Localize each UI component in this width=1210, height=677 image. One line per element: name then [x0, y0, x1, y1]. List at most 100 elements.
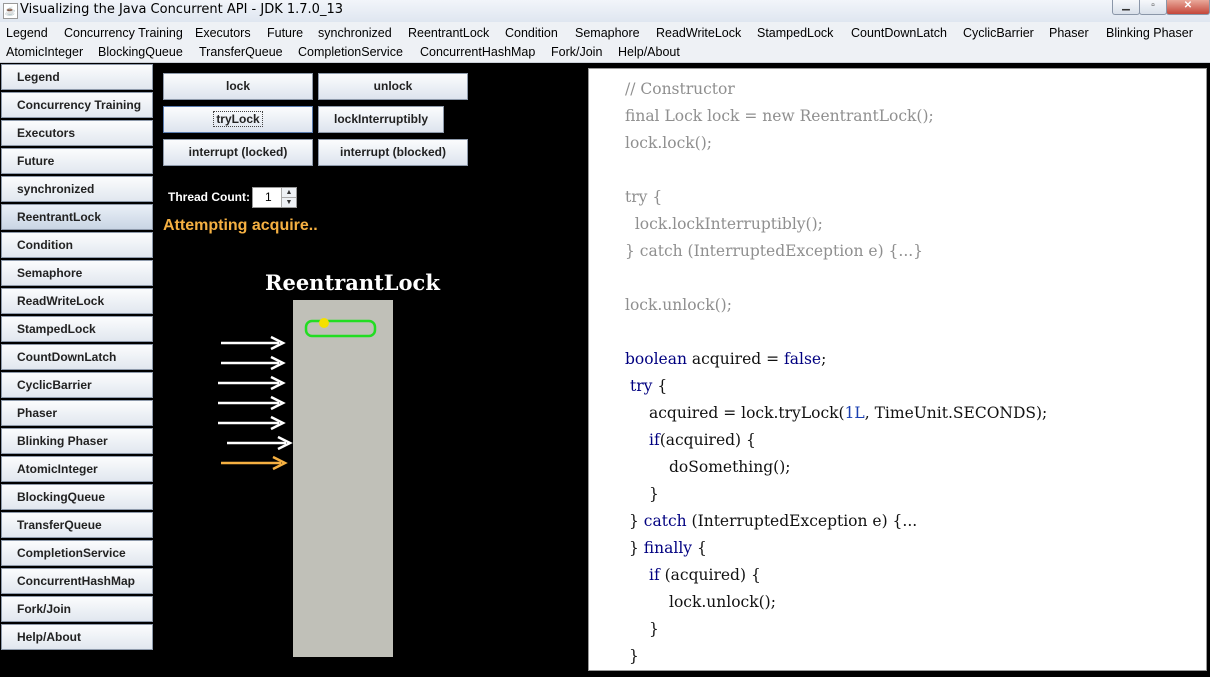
sidebar-item-semaphore[interactable]: Semaphore [1, 260, 153, 286]
menu-completionservice[interactable]: CompletionService [298, 45, 403, 59]
menu-cyclicbarrier[interactable]: CyclicBarrier [963, 26, 1034, 40]
sidebar-item-readwritelock[interactable]: ReadWriteLock [1, 288, 153, 314]
menu-executors[interactable]: Executors [195, 26, 251, 40]
waiting-thread-arrow [227, 435, 293, 451]
waiting-thread-arrow [221, 335, 286, 351]
code-line: try { [630, 377, 667, 395]
code-line: lock.unlock(); [669, 593, 776, 611]
sidebar-item-legend[interactable]: Legend [1, 64, 153, 90]
sidebar-item-cyclicbarrier[interactable]: CyclicBarrier [1, 372, 153, 398]
lock-interruptibly-button[interactable]: lockInterruptibly [318, 106, 444, 133]
sidebar-item-fork-join[interactable]: Fork/Join [1, 596, 153, 622]
sidebar-item-completionservice[interactable]: CompletionService [1, 540, 153, 566]
menu-atomicinteger[interactable]: AtomicInteger [6, 45, 83, 59]
unlock-button[interactable]: unlock [318, 73, 468, 100]
sidebar-item-concurrenthashmap[interactable]: ConcurrentHashMap [1, 568, 153, 594]
menu-semaphore[interactable]: Semaphore [575, 26, 640, 40]
menu-readwritelock[interactable]: ReadWriteLock [656, 26, 741, 40]
menu-condition[interactable]: Condition [505, 26, 558, 40]
code-token: if [649, 431, 660, 449]
sidebar-item-blinking-phaser[interactable]: Blinking Phaser [1, 428, 153, 454]
code-line: lock.unlock(); [625, 296, 732, 314]
code-token: { [652, 377, 668, 395]
menu-concurrenthashmap[interactable]: ConcurrentHashMap [420, 45, 535, 59]
code-token: 1L [844, 404, 865, 422]
menu-blockingqueue[interactable]: BlockingQueue [98, 45, 183, 59]
menu-bar: Legend Concurrency Training Executors Fu… [0, 22, 1210, 63]
code-token: if [649, 566, 660, 584]
waiting-thread-arrow [218, 415, 286, 431]
code-line: } [629, 647, 639, 665]
spinner-down-icon[interactable]: ▼ [282, 197, 296, 207]
menu-stampedlock[interactable]: StampedLock [757, 26, 833, 40]
menu-help-about[interactable]: Help/About [618, 45, 680, 59]
trylock-button-label: tryLock [213, 111, 263, 127]
lock-monitor-box [293, 300, 393, 657]
code-token: (acquired) { [659, 566, 761, 584]
menu-transferqueue[interactable]: TransferQueue [199, 45, 283, 59]
sidebar-item-countdownlatch[interactable]: CountDownLatch [1, 344, 153, 370]
menu-fork-join[interactable]: Fork/Join [551, 45, 602, 59]
thread-count-label: Thread Count: [168, 190, 250, 204]
sidebar-item-future[interactable]: Future [1, 148, 153, 174]
sidebar-item-condition[interactable]: Condition [1, 232, 153, 258]
menu-blinking-phaser[interactable]: Blinking Phaser [1106, 26, 1193, 40]
maximize-icon[interactable]: ▫ [1139, 0, 1167, 15]
menu-concurrency-training[interactable]: Concurrency Training [64, 26, 183, 40]
code-line: if (acquired) { [649, 566, 761, 584]
menu-phaser[interactable]: Phaser [1049, 26, 1089, 40]
sidebar-item-executors[interactable]: Executors [1, 120, 153, 146]
thread-arrows [218, 335, 293, 471]
waiting-thread-arrow [218, 375, 286, 391]
lock-holder-dot [319, 318, 329, 328]
sidebar-item-phaser[interactable]: Phaser [1, 400, 153, 426]
sidebar-item-synchronized[interactable]: synchronized [1, 176, 153, 202]
interrupt-locked-button[interactable]: interrupt (locked) [163, 139, 313, 166]
sidebar-item-concurrency-training[interactable]: Concurrency Training [1, 92, 153, 118]
code-line: if(acquired) { [649, 431, 756, 449]
code-line: } finally { [629, 539, 707, 557]
lock-interruptibly-button-label: lockInterruptibly [333, 112, 428, 126]
sidebar-item-reentrantlock[interactable]: ReentrantLock [1, 204, 153, 230]
thread-count-value[interactable]: 1 [265, 190, 272, 204]
trylock-button[interactable]: tryLock [163, 106, 313, 133]
menu-reentrantlock[interactable]: ReentrantLock [408, 26, 489, 40]
code-token: catch [643, 512, 687, 530]
sidebar-item-stampedlock[interactable]: StampedLock [1, 316, 153, 342]
minimize-icon[interactable]: ▁ [1112, 0, 1140, 15]
close-icon[interactable]: ✕ [1166, 0, 1210, 15]
menu-synchronized[interactable]: synchronized [318, 26, 392, 40]
interrupt-locked-button-label: interrupt (locked) [188, 145, 288, 159]
code-token: , TimeUnit.SECONDS); [864, 404, 1048, 422]
code-panel: // Constructor final Lock lock = new Ree… [588, 68, 1207, 671]
interrupt-blocked-button[interactable]: interrupt (blocked) [318, 139, 468, 166]
code-line: } catch (InterruptedException e) {... [629, 512, 917, 530]
menu-future[interactable]: Future [267, 26, 303, 40]
code-line: } [649, 485, 659, 503]
thread-count-spinner[interactable]: 1 ▲ ▼ [252, 187, 297, 208]
sidebar-item-help-about[interactable]: Help/About [1, 624, 153, 650]
code-token: false [784, 350, 822, 368]
code-token: boolean [625, 350, 687, 368]
code-line: } catch (InterruptedException e) {...} [625, 242, 924, 260]
attempting-thread-arrow [221, 455, 288, 471]
code-token: try [630, 377, 653, 395]
code-line: doSomething(); [669, 458, 791, 476]
menu-countdownlatch[interactable]: CountDownLatch [851, 26, 947, 40]
window-title: Visualizing the Java Concurrent API - JD… [20, 2, 343, 17]
spinner-up-icon[interactable]: ▲ [282, 188, 296, 197]
code-line: } [649, 620, 659, 638]
sidebar-item-blockingqueue[interactable]: BlockingQueue [1, 484, 153, 510]
code-line: acquired = lock.tryLock(1L, TimeUnit.SEC… [649, 404, 1047, 422]
menu-legend[interactable]: Legend [6, 26, 48, 40]
unlock-button-label: unlock [373, 79, 413, 93]
code-token: ; [821, 350, 827, 368]
code-token: acquired = [686, 350, 785, 368]
code-token: (InterruptedException e) {... [686, 512, 918, 530]
code-line: boolean acquired = false; [625, 350, 826, 368]
sidebar-item-transferqueue[interactable]: TransferQueue [1, 512, 153, 538]
sidebar-item-atomicinteger[interactable]: AtomicInteger [1, 456, 153, 482]
status-message: Attempting acquire.. [163, 217, 318, 234]
code-line: // Constructor [625, 80, 735, 98]
lock-button[interactable]: lock [163, 73, 313, 100]
